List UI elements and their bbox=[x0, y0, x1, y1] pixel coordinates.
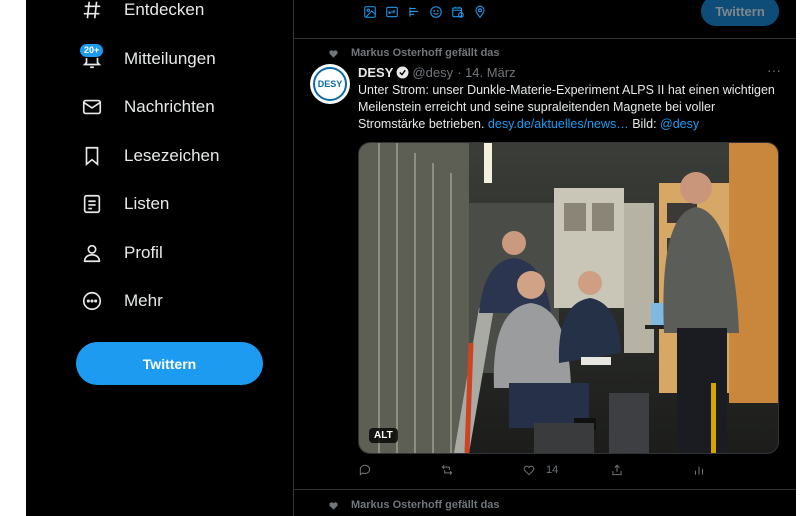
list-icon bbox=[80, 192, 104, 216]
retweet-button[interactable] bbox=[440, 463, 454, 477]
sidebar-item-profile[interactable]: Profil bbox=[82, 233, 163, 273]
more-options-icon[interactable]: ··· bbox=[767, 62, 781, 78]
tweet-link[interactable]: desy.de/aktuelles/news… bbox=[488, 117, 629, 131]
sidebar-item-bookmarks[interactable]: Lesezeichen bbox=[82, 136, 219, 176]
timeline: Twittern Markus Osterhoff gefällt das DE… bbox=[293, 0, 796, 516]
poll-icon[interactable] bbox=[406, 4, 422, 20]
notification-count-badge: 20+ bbox=[79, 43, 105, 58]
tweet-media-photo[interactable]: ALT bbox=[358, 142, 779, 454]
author-handle[interactable]: @desy bbox=[412, 65, 453, 80]
image-icon[interactable] bbox=[362, 4, 378, 20]
schedule-icon[interactable] bbox=[450, 4, 466, 20]
reply-button[interactable] bbox=[358, 463, 372, 477]
compose-toolbar: Twittern bbox=[294, 0, 796, 39]
sidebar-item-label: Lesezeichen bbox=[124, 146, 220, 165]
tweet-body-suffix: Bild: bbox=[628, 117, 661, 131]
app-frame: Entdecken Mitteilungen 20+ Nachrichten L… bbox=[26, 0, 796, 516]
retweet-icon bbox=[441, 464, 453, 476]
sidebar-item-label: Entdecken bbox=[124, 0, 205, 19]
sidebar-tweet-button[interactable]: Twittern bbox=[76, 342, 263, 385]
sidebar-item-label: Profil bbox=[124, 243, 163, 262]
sidebar-item-lists[interactable]: Listen bbox=[82, 184, 169, 224]
tweet-divider bbox=[294, 489, 796, 490]
desy-logo: DESY bbox=[313, 67, 347, 101]
heart-filled-icon bbox=[329, 501, 338, 510]
avatar[interactable]: DESY bbox=[310, 64, 350, 104]
more-circle-icon bbox=[80, 289, 104, 313]
sidebar-item-messages[interactable]: Nachrichten bbox=[82, 87, 215, 127]
tweet-actions: 14 bbox=[358, 460, 718, 480]
tweet-text: Unter Strom: unser Dunkle-Materie-Experi… bbox=[358, 82, 783, 133]
sidebar-item-explore[interactable]: Entdecken bbox=[82, 0, 204, 30]
social-context-text: Markus Osterhoff gefällt das bbox=[351, 499, 500, 511]
sidebar-item-label: Mehr bbox=[124, 291, 163, 310]
compose-tweet-button[interactable]: Twittern bbox=[701, 0, 779, 26]
heart-icon bbox=[523, 465, 535, 476]
emoji-icon[interactable] bbox=[428, 4, 444, 20]
tweet-date[interactable]: · 14. März bbox=[457, 65, 516, 80]
gif-icon[interactable] bbox=[384, 4, 400, 20]
location-icon[interactable] bbox=[472, 4, 488, 20]
analytics-button[interactable] bbox=[692, 463, 706, 477]
analytics-icon bbox=[695, 466, 703, 475]
person-icon bbox=[80, 241, 104, 265]
bookmark-icon bbox=[80, 144, 104, 168]
tweet-header: DESY @desy · 14. März bbox=[358, 65, 516, 80]
alt-text-badge[interactable]: ALT bbox=[369, 428, 398, 443]
heart-filled-icon bbox=[329, 49, 338, 58]
sidebar-item-label: Mitteilungen bbox=[124, 49, 216, 68]
like-button[interactable]: 14 bbox=[522, 463, 558, 477]
author-name[interactable]: DESY bbox=[358, 65, 393, 80]
social-context-text: Markus Osterhoff gefällt das bbox=[351, 47, 500, 59]
verified-badge-icon bbox=[396, 66, 409, 79]
like-count: 14 bbox=[546, 464, 559, 476]
share-icon bbox=[612, 464, 622, 476]
sidebar-item-label: Nachrichten bbox=[124, 97, 215, 116]
share-button[interactable] bbox=[610, 463, 624, 477]
envelope-icon bbox=[80, 95, 104, 119]
social-context: Markus Osterhoff gefällt das bbox=[329, 47, 500, 59]
mention-link[interactable]: @desy bbox=[660, 117, 699, 131]
lab-photo bbox=[359, 143, 778, 453]
sidebar-item-more[interactable]: Mehr bbox=[82, 281, 163, 321]
hashtag-icon bbox=[80, 0, 104, 22]
sidebar-nav: Entdecken Mitteilungen 20+ Nachrichten L… bbox=[26, 0, 293, 516]
reply-icon bbox=[359, 464, 371, 476]
sidebar-item-label: Listen bbox=[124, 194, 170, 213]
next-tweet-social-context: Markus Osterhoff gefällt das bbox=[329, 499, 500, 511]
